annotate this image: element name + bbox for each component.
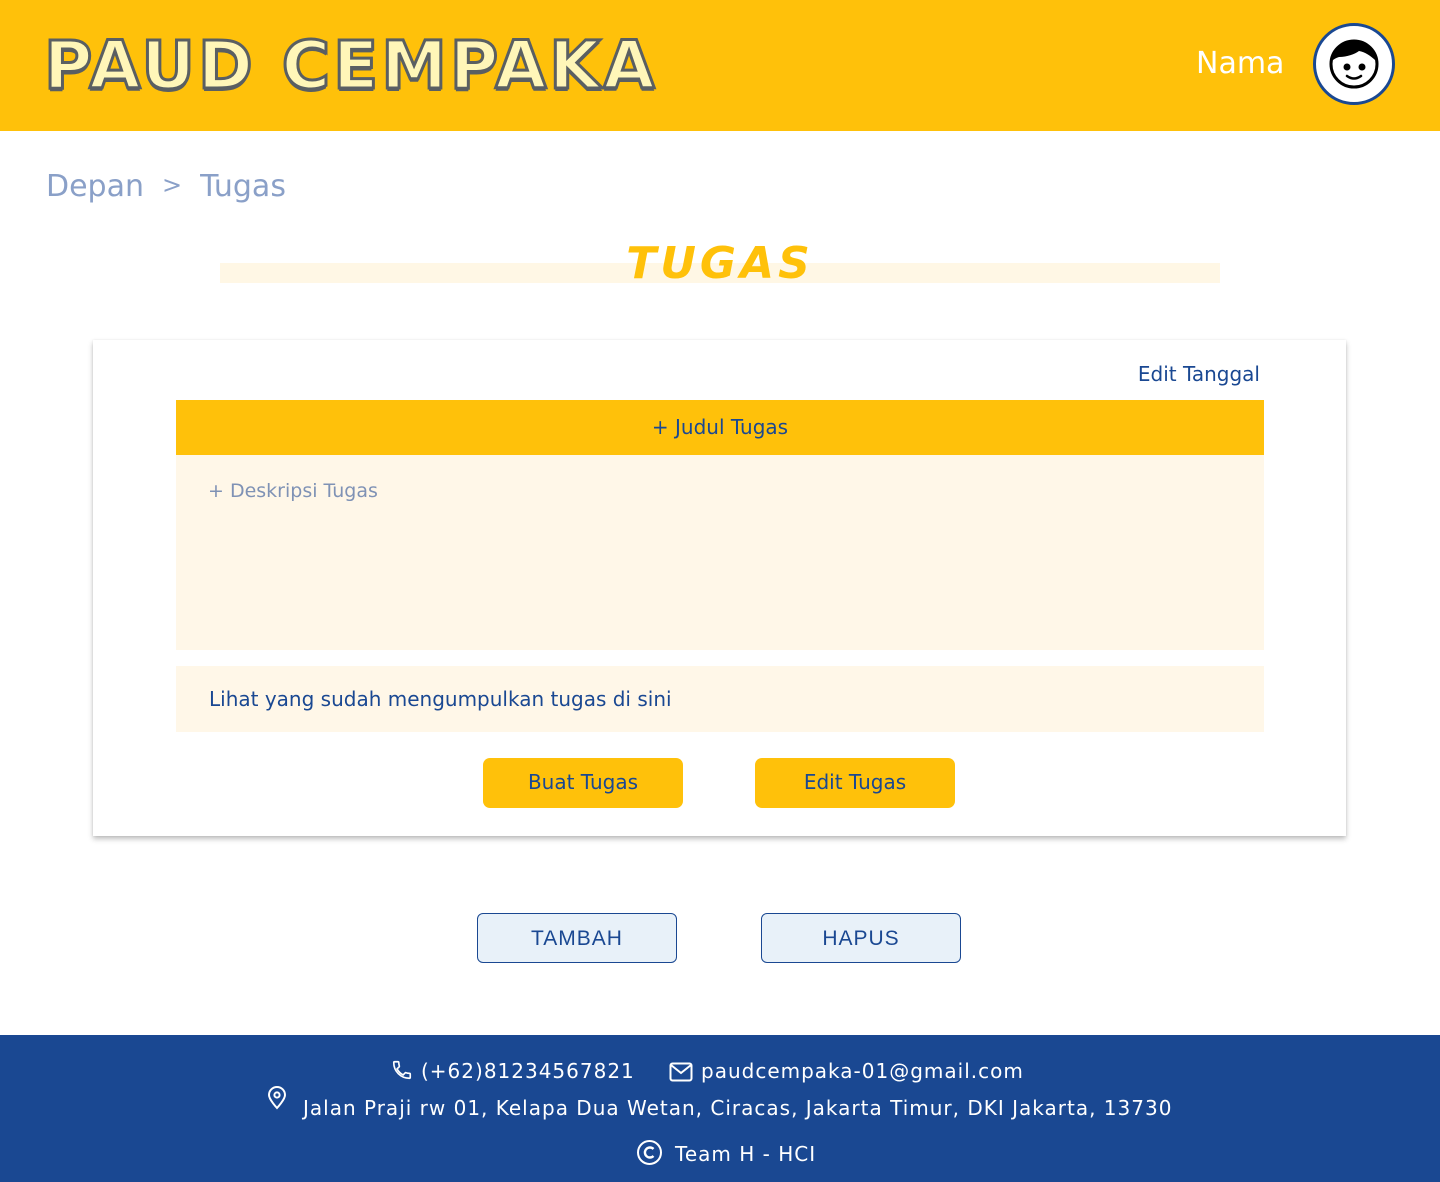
add-button[interactable]: TAMBAH xyxy=(477,913,677,963)
breadcrumb: Depan > Tugas xyxy=(46,166,286,209)
map-pin-icon xyxy=(267,1086,287,1110)
breadcrumb-separator: > xyxy=(162,171,183,199)
breadcrumb-home[interactable]: Depan xyxy=(46,169,144,204)
footer-credit: Team H - HCI xyxy=(675,1142,817,1166)
site-logo[interactable]: PAUD CEMPAKA xyxy=(43,26,658,106)
user-name[interactable]: Nama xyxy=(1196,44,1284,84)
breadcrumb-current: Tugas xyxy=(200,169,286,204)
edit-task-button[interactable]: Edit Tugas xyxy=(755,758,955,808)
footer: (+62)81234567821 paudcempaka-01@gmail.co… xyxy=(0,1035,1440,1182)
footer-email[interactable]: paudcempaka-01@gmail.com xyxy=(701,1057,1024,1085)
delete-button[interactable]: HAPUS xyxy=(761,913,961,963)
footer-address: Jalan Praji rw 01, Kelapa Dua Wetan, Cir… xyxy=(303,1096,1173,1120)
footer-phone[interactable]: (+62)81234567821 xyxy=(421,1057,635,1085)
mail-icon xyxy=(669,1062,693,1082)
child-face-icon xyxy=(1329,39,1379,89)
user-avatar[interactable] xyxy=(1313,23,1395,105)
task-title-input[interactable]: + Judul Tugas xyxy=(176,400,1264,455)
header: PAUD CEMPAKA Nama xyxy=(0,0,1440,131)
page-title: TUGAS xyxy=(626,238,814,289)
phone-icon xyxy=(392,1060,412,1080)
edit-date-link[interactable]: Edit Tanggal xyxy=(1138,360,1260,388)
copyright-icon xyxy=(637,1140,662,1165)
create-task-button[interactable]: Buat Tugas xyxy=(483,758,683,808)
submissions-link[interactable]: Lihat yang sudah mengumpulkan tugas di s… xyxy=(176,666,1264,732)
task-description-input[interactable]: + Deskripsi Tugas xyxy=(176,455,1264,650)
task-card: Edit Tanggal + Judul Tugas + Deskripsi T… xyxy=(93,340,1346,836)
